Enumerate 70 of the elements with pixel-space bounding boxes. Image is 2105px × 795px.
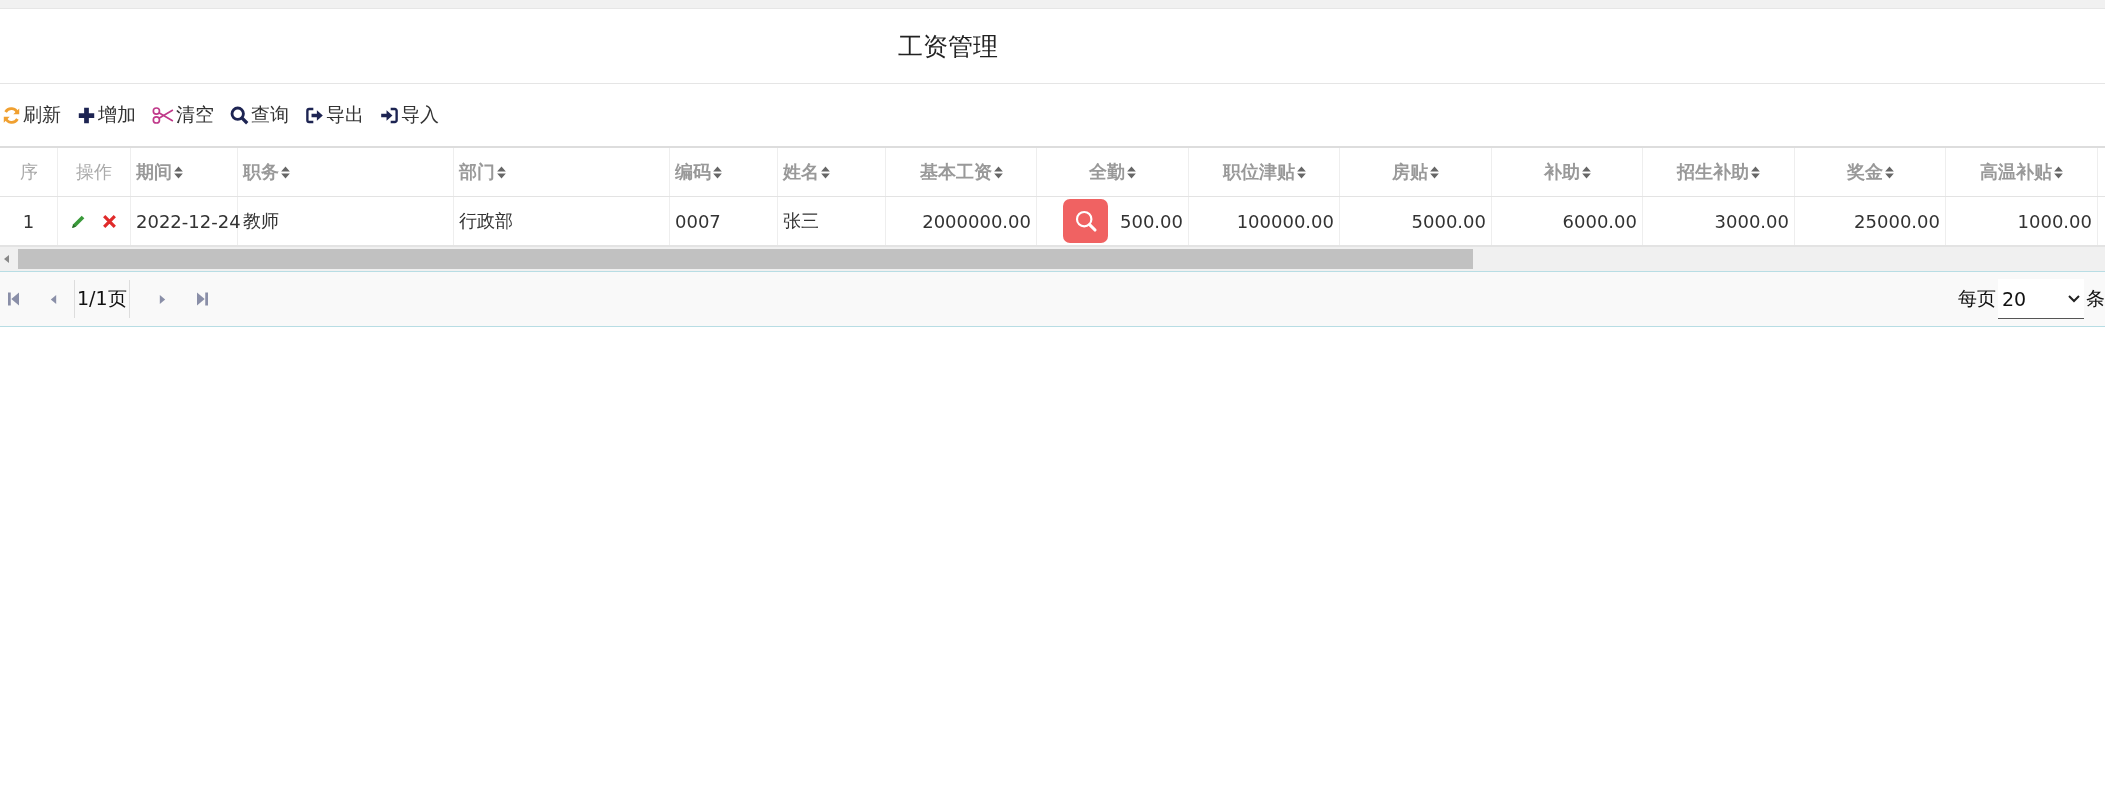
sort-icon bbox=[1296, 165, 1306, 179]
table-cell: 6000.00 bbox=[1562, 210, 1637, 232]
next-page-icon[interactable] bbox=[157, 293, 167, 305]
table-cell: 25000.00 bbox=[1854, 210, 1940, 232]
column-header[interactable]: 期间 bbox=[136, 160, 183, 184]
last-page-icon[interactable] bbox=[196, 292, 208, 306]
sort-icon bbox=[821, 165, 830, 179]
table-cell: 3000.00 bbox=[1714, 210, 1789, 232]
toolbar-clear-button[interactable]: 清空 bbox=[152, 102, 220, 128]
column-header[interactable]: 编码 bbox=[675, 160, 722, 184]
per-page-label: 每页 bbox=[1958, 286, 1996, 311]
row-number: 1 bbox=[0, 197, 58, 245]
table-cell: 2000000.00 bbox=[922, 210, 1031, 232]
column-header[interactable]: 基本工资 bbox=[919, 160, 1003, 184]
sort-icon bbox=[1751, 165, 1760, 179]
page-title: 工资管理 bbox=[897, 30, 998, 63]
sort-icon bbox=[713, 165, 722, 179]
unit-label: 条 bbox=[2086, 286, 2105, 311]
page-indicator: 1/1页 bbox=[74, 280, 130, 318]
column-header: 序 bbox=[0, 148, 58, 196]
column-header: 操作 bbox=[58, 148, 131, 196]
sort-icon bbox=[2054, 165, 2063, 179]
table-cell: 张三 bbox=[783, 209, 819, 233]
sort-icon bbox=[1430, 165, 1439, 179]
toolbar-refresh-button[interactable]: 刷新 bbox=[2, 102, 67, 128]
toolbar-search-button[interactable]: 查询 bbox=[230, 102, 295, 128]
table-cell: 500.00 bbox=[1120, 210, 1183, 232]
search-icon bbox=[230, 105, 249, 125]
table-cell: 2022-12-24 bbox=[136, 210, 241, 232]
scrollbar-thumb[interactable] bbox=[18, 249, 1473, 269]
refresh-icon bbox=[2, 105, 21, 125]
scroll-left-icon[interactable] bbox=[4, 255, 10, 263]
table-cell: 行政部 bbox=[459, 209, 513, 233]
column-header[interactable]: 补助 bbox=[1543, 160, 1591, 184]
column-header[interactable]: 职务 bbox=[243, 160, 290, 184]
table-cell: 1000.00 bbox=[2017, 210, 2092, 232]
toolbar-add-button[interactable]: 增加 bbox=[77, 102, 142, 128]
scissors-icon bbox=[152, 105, 174, 125]
column-header[interactable]: 招生补助 bbox=[1677, 160, 1760, 184]
column-header[interactable]: 部门 bbox=[459, 160, 506, 184]
delete-icon[interactable] bbox=[101, 212, 118, 230]
search-button[interactable] bbox=[1063, 199, 1108, 243]
sort-icon bbox=[993, 165, 1003, 179]
sign-in-icon bbox=[380, 105, 399, 125]
column-header[interactable]: 高温补贴 bbox=[1980, 160, 2063, 184]
sort-icon bbox=[497, 165, 506, 179]
table-cell: 0007 bbox=[675, 210, 721, 232]
sort-icon bbox=[174, 165, 183, 179]
column-header[interactable]: 全勤 bbox=[1089, 160, 1136, 184]
first-page-icon[interactable] bbox=[8, 292, 19, 306]
column-header[interactable]: 奖金 bbox=[1846, 160, 1894, 184]
column-header[interactable]: 姓名 bbox=[783, 160, 830, 184]
sort-icon bbox=[281, 165, 290, 179]
table-cell: 100000.00 bbox=[1236, 210, 1334, 232]
sign-out-icon bbox=[305, 105, 324, 125]
page-size-select[interactable]: 20 bbox=[1998, 279, 2084, 319]
table-cell: 5000.00 bbox=[1411, 210, 1486, 232]
horizontal-scrollbar[interactable] bbox=[0, 246, 2105, 271]
table-cell: 教师 bbox=[243, 209, 279, 233]
toolbar-import-button[interactable]: 导入 bbox=[380, 102, 445, 128]
previous-page-icon[interactable] bbox=[49, 293, 58, 305]
column-header[interactable]: 房贴 bbox=[1392, 160, 1439, 184]
sort-icon bbox=[1581, 165, 1591, 179]
sort-icon bbox=[1127, 165, 1136, 179]
column-header[interactable]: 职位津贴 bbox=[1222, 160, 1306, 184]
sort-icon bbox=[1884, 165, 1894, 179]
magnifier-icon bbox=[1073, 209, 1098, 233]
toolbar-export-button[interactable]: 导出 bbox=[305, 102, 370, 128]
plus-icon bbox=[77, 105, 96, 125]
chevron-down-icon bbox=[2068, 294, 2080, 303]
